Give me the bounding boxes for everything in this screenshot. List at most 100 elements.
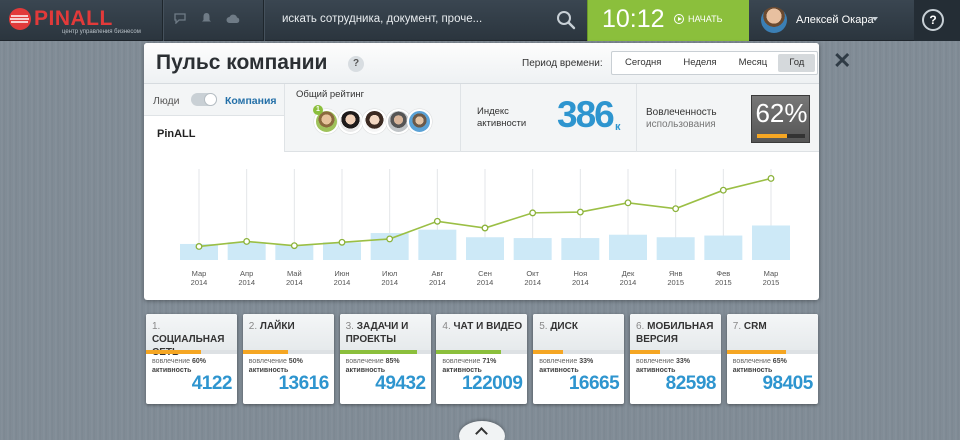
card-title-text: CRM [743, 321, 767, 332]
card-engagement-bar [339, 350, 431, 354]
start-button[interactable]: НАЧАТЬ [674, 14, 723, 24]
avatar[interactable] [761, 7, 787, 33]
rating-avatar[interactable] [338, 109, 363, 134]
chat-icon[interactable] [172, 12, 188, 28]
card-number: 5. [539, 321, 548, 332]
module-card[interactable]: 2. ЛАЙКИ вовлечение 50% активность 13616 [242, 314, 334, 404]
bell-icon[interactable] [198, 12, 214, 28]
card-engagement-label: вовлечение [636, 358, 675, 365]
card-engagement-bar [146, 350, 237, 354]
x-tick-label: 2015 [715, 278, 732, 287]
start-label: НАЧАТЬ [688, 14, 723, 24]
card-engagement-bar [726, 350, 818, 354]
card-engagement-value: 65% [772, 358, 787, 365]
people-company-toggle[interactable] [191, 93, 217, 106]
x-tick-label: 2014 [381, 278, 398, 287]
card-engagement-value: 85% [385, 358, 400, 365]
card-engagement-label: вовлечение [539, 358, 578, 365]
chevron-up-icon [475, 427, 488, 440]
card-activity-label: активность [152, 367, 192, 374]
toggle-people-label[interactable]: Люди [153, 95, 180, 107]
separator [263, 0, 264, 41]
logo-icon [9, 8, 31, 30]
toggle-company-label[interactable]: Компания [225, 95, 277, 107]
card-engagement-value: 60% [192, 358, 207, 365]
module-card[interactable]: 7. CRM вовлечение 65% активность 98405 [726, 314, 818, 404]
card-engagement-bar [630, 350, 721, 354]
period-year[interactable]: Год [778, 54, 816, 72]
card-engagement-fill [726, 350, 786, 354]
module-card[interactable]: 5. ДИСК вовлечение 33% активность 16665 [533, 314, 625, 404]
card-title-text: ЧАТ И ВИДЕО [453, 321, 523, 332]
card-title: 2. ЛАЙКИ [249, 320, 331, 333]
card-engagement-value: 71% [482, 358, 497, 365]
rating-avatar[interactable] [407, 109, 432, 134]
engagement-gauge: 62% [751, 95, 810, 143]
card-title: 3. ЗАДАЧИ И ПРОЕКТЫ [346, 320, 428, 346]
module-card[interactable]: 3. ЗАДАЧИ И ПРОЕКТЫ вовлечение 85% активно… [339, 314, 431, 404]
period-week[interactable]: Неделя [672, 54, 727, 72]
chart-point [624, 199, 632, 207]
cloud-icon[interactable] [225, 12, 241, 28]
card-number: 4. [442, 321, 451, 332]
x-tick-label: Июл [382, 269, 397, 278]
title-help-button[interactable]: ? [348, 56, 364, 72]
chart-point [481, 224, 489, 232]
card-header: 3. ЗАДАЧИ И ПРОЕКТЫ [339, 314, 431, 350]
x-tick-label: Апр [240, 269, 253, 278]
card-engagement-bar [436, 350, 528, 354]
rating-label: Общий рейтинг [296, 89, 365, 100]
rating-avatar[interactable] [362, 109, 387, 134]
x-tick-label: 2014 [334, 278, 351, 287]
card-engagement-label: вовлечение [345, 358, 384, 365]
chevron-down-icon[interactable] [872, 17, 878, 21]
card-activity-value: 49432 [375, 373, 426, 394]
clock-panel: 10:12 НАЧАТЬ [587, 0, 749, 41]
scroll-up-button[interactable] [459, 421, 505, 440]
module-card[interactable]: 4. ЧАТ И ВИДЕО вовлечение 71% активность 12… [436, 314, 528, 404]
chart-bar [704, 235, 743, 260]
card-title-text: ЛАЙКИ [259, 321, 295, 332]
help-button[interactable]: ? [922, 9, 944, 31]
search-input[interactable]: искать сотрудника, документ, проче... [282, 13, 482, 25]
chart-bar [513, 238, 552, 260]
card-engagement-fill [339, 350, 417, 354]
separator [162, 0, 163, 41]
chart-point [290, 242, 298, 250]
search-icon[interactable] [556, 10, 576, 30]
card-activity-value: 4122 [191, 373, 233, 394]
x-tick-label: 2014 [620, 278, 637, 287]
period-month[interactable]: Месяц [728, 54, 779, 72]
logo[interactable]: PINALL центр управления бизнесом [8, 4, 158, 36]
card-number: 7. [732, 321, 742, 332]
card-activity-value: 16665 [568, 373, 620, 394]
card-engagement-fill [630, 350, 661, 354]
chart-point [767, 174, 775, 182]
module-card[interactable]: 6. МОБИЛЬНАЯ ВЕРСИЯ вовлечение 33% активно… [630, 314, 721, 404]
card-engagement-fill [146, 350, 201, 354]
card-number: 1. [152, 321, 161, 332]
chart-bar [656, 237, 695, 260]
engagement-title: Вовлеченность [646, 107, 717, 118]
card-engagement-fill [533, 350, 564, 354]
company-name: PinALL [157, 128, 196, 140]
x-tick-label: 2014 [429, 278, 446, 287]
user-name[interactable]: Алексей Окара [796, 14, 874, 26]
module-card[interactable]: 1. СОЦИАЛЬНАЯ СЕТЬвовлечение 60%активнос… [146, 314, 237, 404]
close-icon[interactable]: ✕ [833, 50, 851, 72]
card-header: 7. CRM [726, 314, 818, 350]
chart-point [719, 186, 727, 194]
x-tick-label: Окт [526, 269, 539, 278]
chart-bar [609, 234, 647, 260]
period-today[interactable]: Сегодня [614, 54, 672, 72]
card-engagement-value: 50% [288, 358, 303, 365]
x-tick-label: Сен [478, 269, 492, 278]
x-tick-label: 2015 [667, 278, 684, 287]
x-tick-label: 2014 [191, 278, 208, 287]
engagement-bar [757, 134, 805, 138]
chart-point [386, 235, 394, 243]
x-tick-label: Май [287, 269, 302, 278]
stats-row: Люди Компания PinALL Общий рейтинг 1 Инд… [144, 84, 819, 152]
divider [636, 84, 637, 152]
card-title: 6. МОБИЛЬНАЯ ВЕРСИЯ [636, 320, 718, 346]
